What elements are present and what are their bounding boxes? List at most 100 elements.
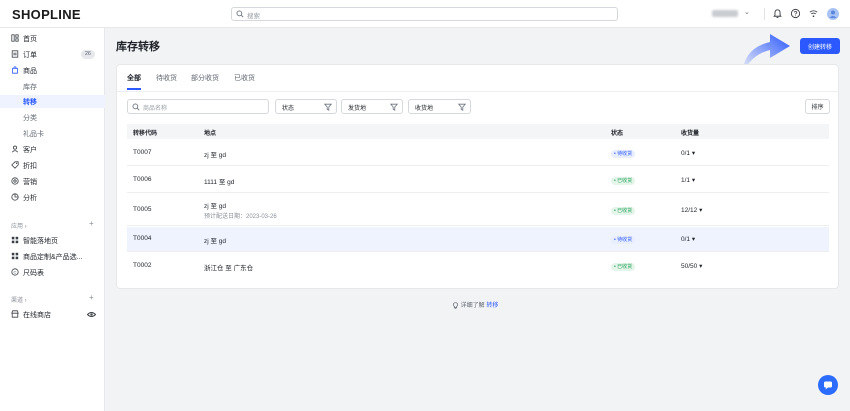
sidebar-item-marketing[interactable]: 营销 [0, 175, 105, 188]
wifi-icon[interactable] [808, 8, 819, 19]
sidebar-item-products[interactable]: 商品 [0, 64, 105, 77]
analytics-icon [11, 193, 19, 201]
lightbulb-icon [453, 302, 458, 309]
sidebar-item-label: 分类 [23, 115, 37, 122]
size-chart-icon: C [11, 268, 19, 276]
sidebar-item-label: 首页 [23, 36, 37, 43]
filter-icon [324, 103, 332, 111]
received-qty-dropdown[interactable]: 12/12 ▾ [681, 206, 702, 214]
sidebar: 首页 订单 26 商品 库存 转移 分类 礼品卡 客户 折扣 营销 分析 应用 … [0, 28, 105, 411]
receive-at-filter-label: 收货地 [415, 106, 434, 112]
sidebar-item-label: 转移 [23, 99, 37, 106]
sort-button[interactable]: 排序 [805, 99, 830, 114]
received-qty-dropdown[interactable]: 0/1 ▾ [681, 235, 695, 243]
grid-icon [11, 236, 19, 244]
transfer-location: 浙江仓 至 广东仓 [204, 265, 254, 272]
svg-text:C: C [14, 270, 17, 275]
sidebar-item-label: 礼品卡 [23, 131, 44, 138]
received-qty-dropdown[interactable]: 50/50 ▾ [681, 262, 702, 270]
sidebar-item-label: 在线商店 [23, 312, 51, 319]
sidebar-item-categories[interactable]: 分类 [0, 111, 105, 124]
tab-partially-received[interactable]: 部分收货 [191, 73, 219, 83]
transfer-code: T0006 [133, 176, 152, 183]
column-header-status: 状态 [611, 131, 624, 137]
transfer-location: 1111 至 gd [204, 179, 235, 186]
sidebar-item-label: 折扣 [23, 163, 37, 170]
expected-delivery-date: 预计配送日期：2023-03-26 [204, 214, 277, 220]
table-row[interactable]: T0005 zj 至 gd 预计配送日期：2023-03-26 • 已收货 12… [127, 194, 829, 226]
store-name-blurred [712, 10, 738, 17]
tab-received[interactable]: 已收货 [234, 73, 255, 83]
add-channel-icon[interactable]: + [89, 293, 94, 302]
table-row[interactable]: T0007 zj 至 gd • 待收货 0/1 ▾ [127, 140, 829, 166]
sidebar-item-label: 智能落地页 [23, 238, 58, 245]
customer-icon [11, 145, 19, 153]
create-transfer-button[interactable]: 创建转移 [800, 38, 840, 54]
sidebar-item-label: 商品定制&产品选... [23, 254, 83, 261]
order-count-badge: 26 [80, 50, 95, 59]
status-badge: • 已收货 [611, 177, 636, 185]
table-header: 转移代码 地点 状态 收货量 [127, 124, 829, 139]
sidebar-item-inventory[interactable]: 库存 [0, 80, 105, 93]
help-icon[interactable] [790, 8, 801, 19]
received-qty-dropdown[interactable]: 0/1 ▾ [681, 149, 695, 157]
chat-support-button[interactable] [818, 375, 838, 395]
sidebar-item-label: 营销 [23, 179, 37, 186]
sidebar-item-analytics[interactable]: 分析 [0, 191, 105, 204]
sidebar-item-orders[interactable]: 订单 26 [0, 48, 105, 61]
top-bar: SHOPLINE 搜索 ⌄ [0, 0, 850, 28]
table-row[interactable]: T0006 1111 至 gd • 已收货 1/1 ▾ [127, 167, 829, 193]
ship-from-filter[interactable]: 发货地 [341, 99, 403, 114]
ship-from-filter-label: 发货地 [348, 106, 367, 112]
column-header-received-qty: 收货量 [681, 131, 700, 137]
bell-icon[interactable] [772, 8, 783, 19]
sidebar-item-label: 分析 [23, 195, 37, 202]
column-header-code: 转移代码 [133, 131, 158, 137]
add-app-icon[interactable]: + [89, 219, 94, 228]
shopline-logo[interactable]: SHOPLINE [12, 7, 81, 22]
sidebar-item-transfers[interactable]: 转移 [0, 95, 105, 108]
filter-icon [458, 103, 466, 111]
received-qty-dropdown[interactable]: 1/1 ▾ [681, 176, 695, 184]
order-icon [11, 50, 19, 58]
table-row[interactable]: T0002 浙江仓 至 广东仓 • 已收货 50/50 ▾ [127, 253, 829, 279]
sidebar-item-customers[interactable]: 客户 [0, 143, 105, 156]
filter-icon [390, 103, 398, 111]
learn-more-link[interactable]: 转移 [486, 303, 498, 309]
store-selector[interactable]: ⌄ [708, 8, 756, 20]
sidebar-item-gift-cards[interactable]: 礼品卡 [0, 127, 105, 140]
sidebar-app-product-customizer[interactable]: 商品定制&产品选... [0, 250, 105, 263]
transfer-code: T0007 [133, 149, 152, 156]
global-search-input[interactable]: 搜索 [231, 7, 618, 21]
sidebar-app-landing-page[interactable]: 智能落地页 [0, 234, 105, 247]
sidebar-item-discounts[interactable]: 折扣 [0, 159, 105, 172]
tabs-divider [117, 91, 838, 92]
topbar-divider [764, 8, 765, 20]
sidebar-item-home[interactable]: 首页 [0, 32, 105, 45]
grid-icon [11, 252, 19, 260]
sidebar-item-label: 尺码表 [23, 270, 44, 277]
apps-section-header[interactable]: 应用 › [11, 221, 27, 230]
learn-more-prefix: 详细了解 [460, 303, 485, 309]
chevron-down-icon: ⌄ [744, 9, 750, 16]
transfer-location: zj 至 gd [204, 152, 227, 159]
sidebar-app-size-chart[interactable]: C 尺码表 [0, 266, 105, 279]
status-filter[interactable]: 状态 [275, 99, 337, 114]
transfer-code: T0002 [133, 262, 152, 269]
column-header-location: 地点 [204, 131, 217, 137]
chat-icon [824, 381, 832, 390]
channels-section-header[interactable]: 渠道 › [11, 295, 27, 304]
tab-pending[interactable]: 待收货 [156, 73, 177, 83]
receive-at-filter[interactable]: 收货地 [408, 99, 471, 114]
product-search-input[interactable]: 商品名称 [127, 99, 269, 114]
eye-icon[interactable] [87, 311, 96, 318]
discount-icon [11, 161, 19, 169]
transfer-location: zj 至 gd [204, 203, 227, 210]
avatar[interactable] [827, 8, 839, 20]
tab-all[interactable]: 全部 [127, 73, 141, 83]
sidebar-channel-online-store[interactable]: 在线商店 [0, 308, 105, 321]
transfer-code: T0005 [133, 206, 152, 213]
sidebar-item-label: 客户 [23, 147, 37, 154]
table-row[interactable]: T0004 zj 至 gd • 待收货 0/1 ▾ [127, 227, 829, 252]
sidebar-item-label: 商品 [23, 68, 37, 75]
